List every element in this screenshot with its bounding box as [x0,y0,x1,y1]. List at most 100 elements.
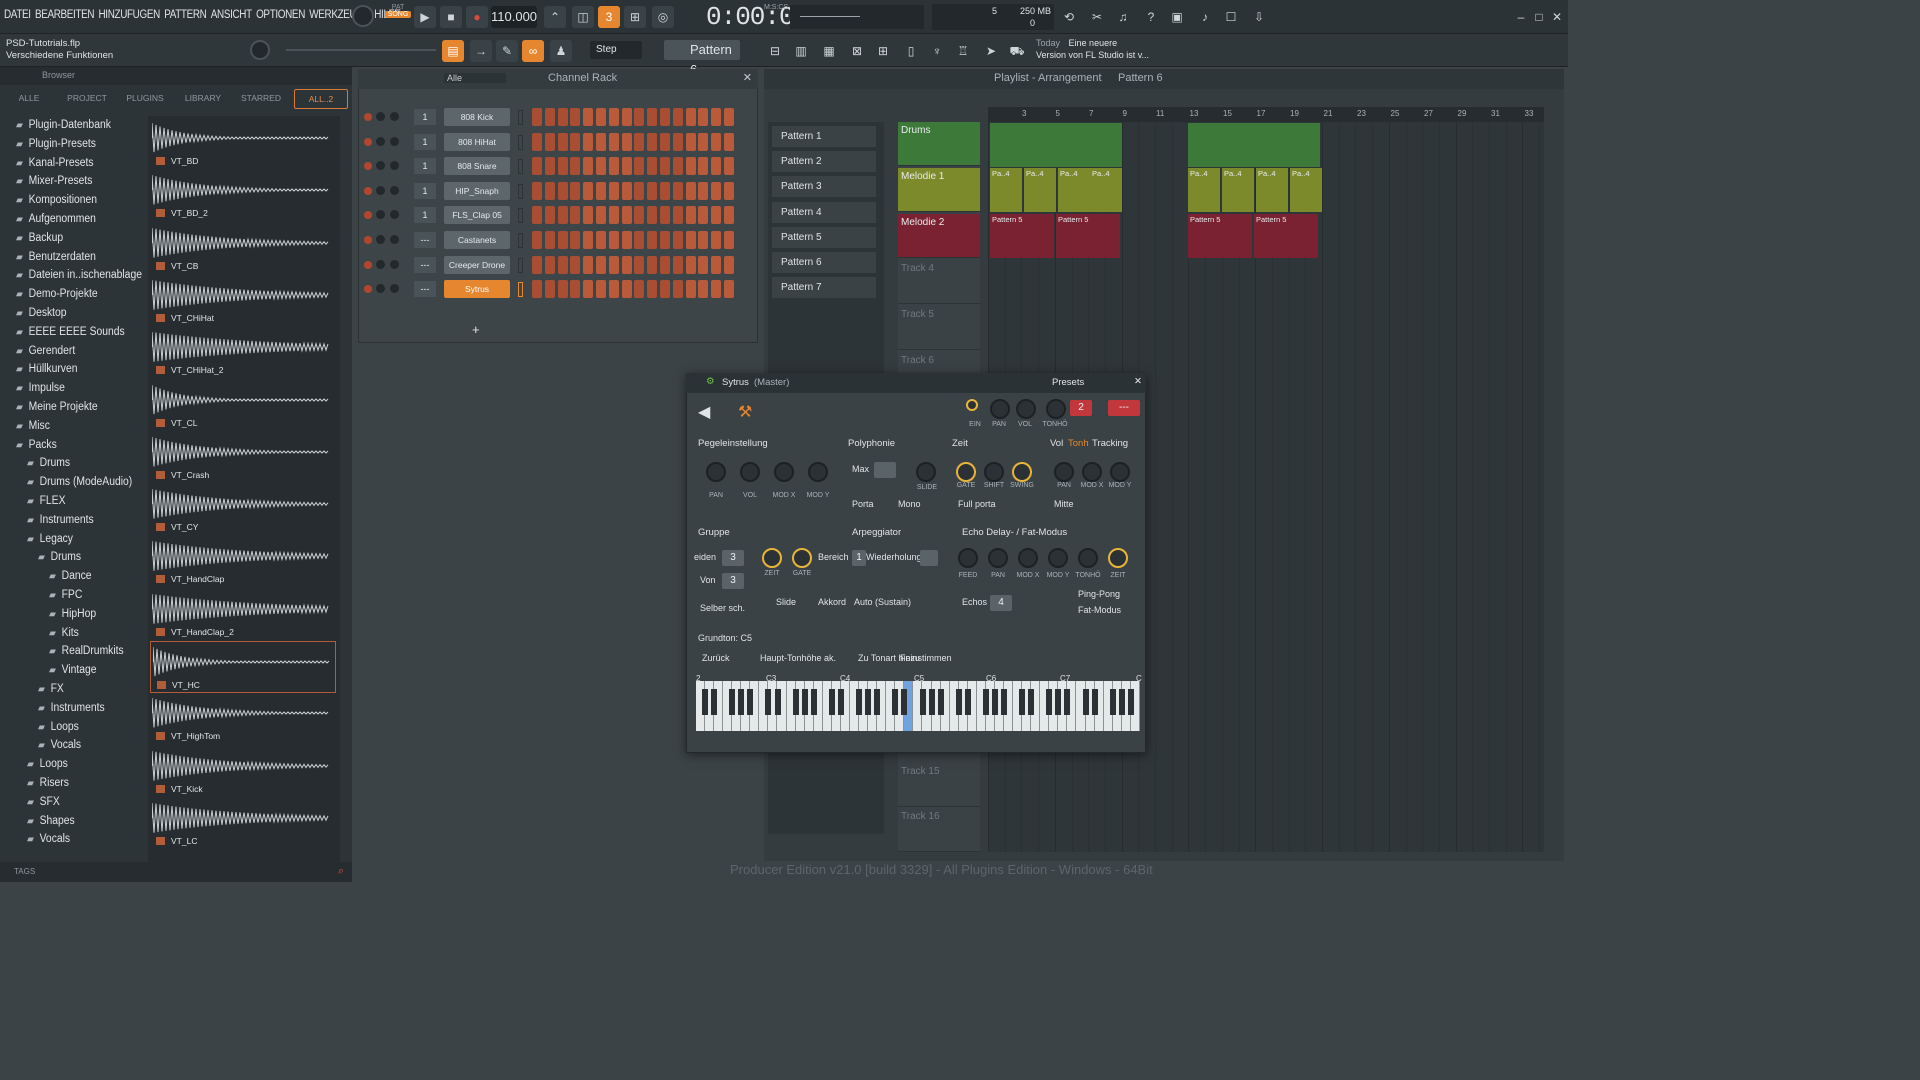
black-key[interactable] [711,689,718,715]
step-button[interactable] [685,157,696,176]
echo-knob[interactable] [1078,548,1098,568]
step-button[interactable] [596,255,606,274]
channel-select[interactable] [518,208,523,224]
black-key[interactable] [856,689,863,715]
tree-item[interactable]: ▰ Drums [38,551,81,563]
step-button[interactable] [557,255,568,274]
step-button[interactable] [544,206,555,225]
step-button[interactable] [608,206,619,225]
tree-item[interactable]: ▰ Kits [49,627,79,639]
step-button[interactable] [621,132,632,151]
menu-ansicht[interactable]: ANSICHT [211,9,252,21]
step-button[interactable] [570,231,581,249]
tree-item[interactable]: ▰ Drums (ModeAudio) [27,476,132,488]
step-button[interactable] [570,206,581,225]
step-button[interactable] [711,132,722,151]
step-button[interactable] [711,206,722,225]
step-button[interactable] [634,181,645,200]
step-button[interactable] [583,255,594,274]
black-key[interactable] [1091,689,1098,715]
channel-select[interactable] [518,183,523,199]
step-button[interactable] [698,231,709,249]
black-key[interactable] [1118,689,1125,715]
step-button[interactable] [660,132,670,151]
close-icon[interactable]: ✕ [743,71,752,84]
channel-button[interactable]: Sytrus [444,280,510,299]
channel-mute-led[interactable] [364,162,372,171]
step-button[interactable] [596,206,606,225]
snap-selector[interactable]: Step [590,41,642,59]
channel-button[interactable]: 808 Kick [444,108,510,126]
step-button[interactable] [557,132,568,151]
mixer-track-number[interactable]: 1 [414,207,436,224]
step-button[interactable] [532,231,542,249]
mixer-track-number[interactable]: --- [414,281,436,298]
step-button[interactable] [647,206,658,225]
channel-rack-icon[interactable]: ▦ [818,40,840,62]
tree-item[interactable]: ▰ Benutzerdaten [16,251,96,263]
menu-optionen[interactable]: OPTIONEN [256,9,305,21]
mixer-track-number[interactable]: --- [414,256,436,273]
step-button[interactable] [557,206,568,225]
echo-knob[interactable] [1048,548,1068,568]
sample-item[interactable]: VT_Crash [150,432,336,484]
save-icon[interactable]: ▣ [1166,6,1188,28]
step-button[interactable] [660,157,670,176]
black-key[interactable] [919,689,926,715]
black-key[interactable] [874,689,881,715]
track-number[interactable]: 2 [1070,400,1092,416]
step-button[interactable] [570,157,581,176]
step-button[interactable] [634,206,645,225]
step-button[interactable] [570,181,581,200]
zeit-knob[interactable] [956,462,976,482]
help-icon[interactable]: ? [1140,6,1162,28]
news-panel[interactable]: Today Eine neuere Version von FL Studio … [1036,37,1149,61]
step-button[interactable] [711,255,722,274]
step-button[interactable] [724,280,734,299]
black-key[interactable] [1028,689,1035,715]
channel-button[interactable]: Creeper Drone [444,255,510,274]
tree-item[interactable]: ▰ Instruments [38,702,105,714]
tab-library[interactable]: LIBRARY [174,89,232,109]
cut-icon[interactable]: ✂ [1086,6,1108,28]
black-key[interactable] [1082,689,1089,715]
mono-toggle[interactable]: Mono [898,499,921,509]
black-key[interactable] [801,689,808,715]
step-button[interactable] [698,108,709,126]
melodie2-clip[interactable]: Pattern 5 [1188,214,1252,258]
step-button[interactable] [621,157,632,176]
arp-knob[interactable] [792,548,812,568]
step-button[interactable] [647,108,658,126]
pattern-item[interactable]: Pattern 2 [772,151,876,173]
step-button[interactable] [532,181,542,200]
step-button[interactable] [724,181,734,200]
step-button[interactable] [557,231,568,249]
step-button[interactable] [621,231,632,249]
channel-mute-led[interactable] [364,113,372,121]
step-button[interactable] [596,231,606,249]
step-button[interactable] [532,157,542,176]
tracking-knob[interactable] [1110,462,1130,482]
step-button[interactable] [557,181,568,200]
channel-button[interactable]: FLS_Clap 05 [444,206,510,225]
sample-item[interactable]: VT_LC [150,798,336,850]
akkord-select[interactable]: Auto (Sustain) [854,597,911,607]
zurueck-button[interactable]: Zurück [702,653,730,663]
tree-item[interactable]: ▰ Misc [16,420,50,432]
tree-item[interactable]: ▰ Mixer-Presets [16,175,92,187]
step-button[interactable] [544,132,555,151]
step-button[interactable] [685,108,696,126]
top-knob[interactable] [1046,399,1066,419]
von-value[interactable]: 3 [722,573,744,589]
tree-item[interactable]: ▰ SFX [27,796,60,808]
black-key[interactable] [1046,689,1053,715]
track-header[interactable]: Melodie 1 [898,168,980,212]
track-button[interactable]: --- [1108,400,1140,416]
step-button[interactable] [634,255,645,274]
step-button[interactable] [634,157,645,176]
black-key[interactable] [738,689,745,715]
tree-item[interactable]: ▰ Desktop [16,307,67,319]
black-key[interactable] [955,689,962,715]
tree-item[interactable]: ▰ Kanal-Presets [16,157,94,169]
piano-roll-icon[interactable]: ▥ [790,40,812,62]
